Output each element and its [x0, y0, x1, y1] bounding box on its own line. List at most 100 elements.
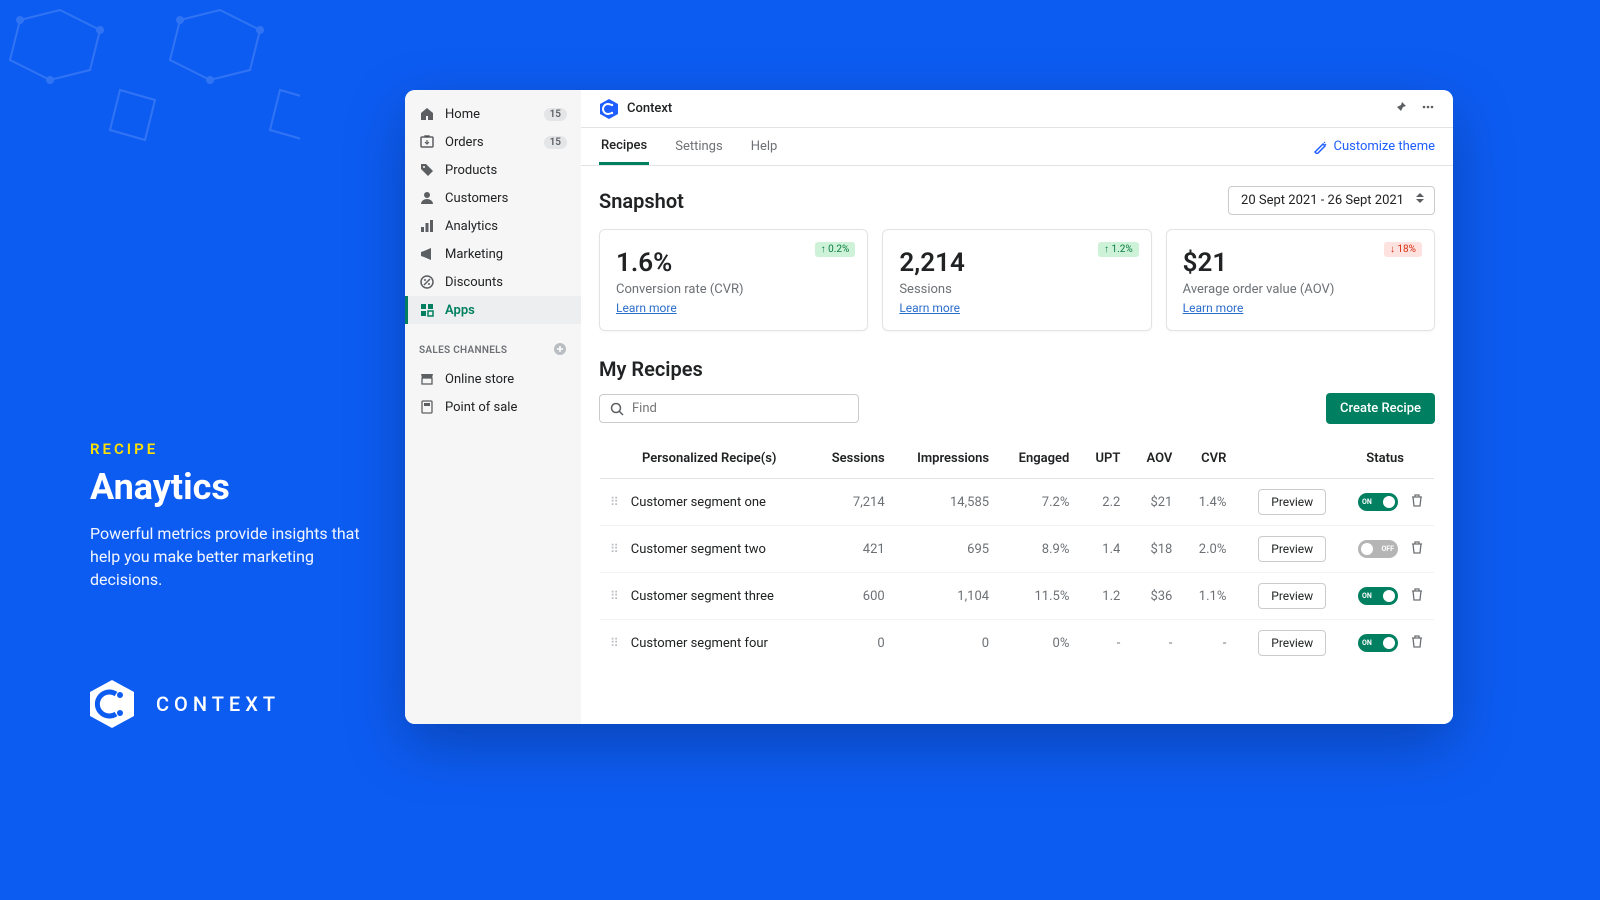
snapshot-card: ↓ 18% $21 Average order value (AOV) Lear…: [1166, 229, 1435, 331]
recipe-name: Customer segment one: [631, 495, 766, 510]
trash-icon[interactable]: [1410, 587, 1424, 605]
trash-icon[interactable]: [1410, 634, 1424, 652]
column-header: AOV: [1130, 439, 1182, 479]
background-pattern: [0, 0, 300, 150]
tab-help[interactable]: Help: [749, 128, 780, 165]
column-header: CVR: [1182, 439, 1236, 479]
sidebar-item-apps[interactable]: Apps: [405, 296, 581, 324]
sidebar-badge: 15: [544, 136, 567, 149]
create-recipe-button[interactable]: Create Recipe: [1326, 393, 1435, 424]
cell-engaged: 7.2%: [999, 479, 1079, 526]
cell-aov: $21: [1130, 479, 1182, 526]
pin-icon[interactable]: [1393, 99, 1407, 118]
cell-engaged: 11.5%: [999, 573, 1079, 620]
search-input[interactable]: [632, 401, 848, 416]
card-value: $21: [1183, 248, 1418, 278]
cell-sessions: 0: [812, 620, 895, 667]
drag-handle-icon[interactable]: ⠿: [610, 495, 619, 509]
cell-upt: 1.4: [1079, 526, 1130, 573]
sidebar-item-home[interactable]: Home 15: [405, 100, 581, 128]
preview-button[interactable]: Preview: [1258, 630, 1326, 656]
card-label: Average order value (AOV): [1183, 282, 1418, 297]
snapshot-card: ↑ 0.2% 1.6% Conversion rate (CVR) Learn …: [599, 229, 868, 331]
recipe-name: Customer segment four: [631, 636, 768, 651]
preview-button[interactable]: Preview: [1258, 489, 1326, 515]
cell-sessions: 600: [812, 573, 895, 620]
customize-theme-link[interactable]: Customize theme: [1313, 139, 1435, 154]
channel-label: Point of sale: [445, 400, 517, 415]
table-row: ⠿ Customer segment one 7,214 14,585 7.2%…: [600, 479, 1435, 526]
drag-handle-icon[interactable]: ⠿: [610, 589, 619, 603]
sidebar-item-discounts[interactable]: Discounts: [405, 268, 581, 296]
delta-chip: ↑ 0.2%: [815, 242, 856, 257]
sidebar-item-label: Home: [445, 107, 480, 122]
search-box[interactable]: [599, 394, 859, 423]
tab-settings[interactable]: Settings: [673, 128, 724, 165]
drag-handle-icon[interactable]: ⠿: [610, 636, 619, 650]
delta-chip: ↑ 1.2%: [1098, 242, 1139, 257]
status-toggle[interactable]: ON: [1358, 493, 1398, 511]
more-icon[interactable]: [1421, 99, 1435, 118]
cell-cvr: -: [1182, 620, 1236, 667]
sidebar: Home 15 Orders 15 Products Customers Ana…: [405, 90, 581, 724]
channel-point-of-sale[interactable]: Point of sale: [405, 393, 581, 421]
apps-icon: [419, 302, 435, 318]
cell-aov: -: [1130, 620, 1182, 667]
column-header: UPT: [1079, 439, 1130, 479]
person-icon: [419, 190, 435, 206]
wand-icon: [1313, 140, 1327, 154]
learn-more-link[interactable]: Learn more: [1183, 301, 1244, 315]
brand-logo-icon: [86, 678, 138, 730]
channel-online-store[interactable]: Online store: [405, 365, 581, 393]
cell-cvr: 2.0%: [1182, 526, 1236, 573]
sidebar-item-label: Products: [445, 163, 497, 178]
drag-handle-icon[interactable]: ⠿: [610, 542, 619, 556]
preview-button[interactable]: Preview: [1258, 583, 1326, 609]
promo-panel: RECIPE Anaytics Powerful metrics provide…: [90, 440, 390, 592]
orders-icon: [419, 134, 435, 150]
column-header: Impressions: [895, 439, 999, 479]
search-icon: [610, 402, 624, 416]
preview-button[interactable]: Preview: [1258, 536, 1326, 562]
cell-aov: $18: [1130, 526, 1182, 573]
promo-description: Powerful metrics provide insights that h…: [90, 522, 390, 592]
column-header: [1236, 439, 1336, 479]
brand: CONTEXT: [86, 678, 280, 730]
recipe-name: Customer segment three: [631, 589, 774, 604]
sidebar-item-label: Marketing: [445, 247, 503, 262]
status-toggle[interactable]: ON: [1358, 587, 1398, 605]
store-icon: [419, 371, 435, 387]
promo-title: Anaytics: [90, 466, 390, 508]
cell-sessions: 421: [812, 526, 895, 573]
trash-icon[interactable]: [1410, 493, 1424, 511]
sidebar-item-customers[interactable]: Customers: [405, 184, 581, 212]
card-label: Sessions: [899, 282, 1134, 297]
sidebar-item-marketing[interactable]: Marketing: [405, 240, 581, 268]
main-panel: Context RecipesSettingsHelp Customize th…: [581, 90, 1453, 724]
table-row: ⠿ Customer segment three 600 1,104 11.5%…: [600, 573, 1435, 620]
sidebar-item-analytics[interactable]: Analytics: [405, 212, 581, 240]
recipes-title: My Recipes: [599, 357, 1435, 381]
sidebar-badge: 15: [544, 108, 567, 121]
tabs: Recipes Settings Help Customize theme: [581, 128, 1453, 166]
snapshot-card: ↑ 1.2% 2,214 Sessions Learn more: [882, 229, 1151, 331]
recipes-table: Personalized Recipe(s)SessionsImpression…: [599, 438, 1435, 667]
status-toggle[interactable]: OFF: [1358, 540, 1398, 558]
cell-impressions: 695: [895, 526, 999, 573]
date-range-picker[interactable]: 20 Sept 2021 - 26 Sept 2021: [1228, 186, 1435, 215]
discount-icon: [419, 274, 435, 290]
cell-impressions: 0: [895, 620, 999, 667]
status-toggle[interactable]: ON: [1358, 634, 1398, 652]
home-icon: [419, 106, 435, 122]
add-channel-icon[interactable]: [553, 342, 567, 359]
trash-icon[interactable]: [1410, 540, 1424, 558]
tab-recipes[interactable]: Recipes: [599, 128, 649, 165]
brand-name: CONTEXT: [156, 692, 280, 716]
learn-more-link[interactable]: Learn more: [899, 301, 960, 315]
sidebar-item-products[interactable]: Products: [405, 156, 581, 184]
column-header: Personalized Recipe(s): [600, 439, 812, 479]
customize-label: Customize theme: [1333, 139, 1435, 154]
learn-more-link[interactable]: Learn more: [616, 301, 677, 315]
app-logo-icon: [599, 98, 619, 120]
sidebar-item-orders[interactable]: Orders 15: [405, 128, 581, 156]
